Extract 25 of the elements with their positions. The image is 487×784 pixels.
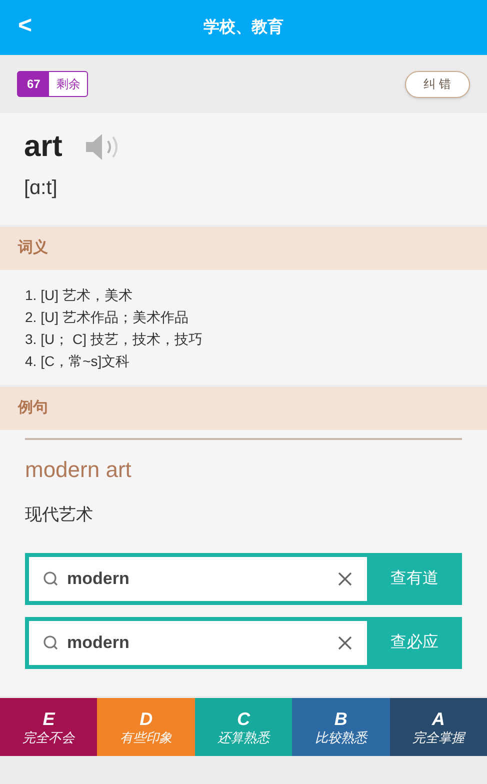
example-translation: 现代艺术 xyxy=(25,504,93,526)
search-icon xyxy=(43,570,59,586)
report-error-button[interactable]: 纠 错 xyxy=(404,70,470,98)
page-title: 学校、教育 xyxy=(204,16,284,38)
grade-button[interactable]: E 完全不会 xyxy=(0,698,98,756)
definition-text: 4. [C，常~s]文科 xyxy=(25,352,131,371)
phonetic-text: [ɑ:t] xyxy=(24,176,58,201)
clear-icon[interactable] xyxy=(337,570,353,586)
search-field[interactable]: modern xyxy=(29,620,367,664)
section-heading: 词义 xyxy=(18,238,48,258)
remaining-label: 剩余 xyxy=(55,76,82,93)
search-icon xyxy=(43,634,59,650)
definition-text: 1. [U] 艺术，美术 xyxy=(25,286,134,305)
grade-button[interactable]: B 比较熟悉 xyxy=(292,698,390,756)
search-input[interactable]: modern xyxy=(67,630,329,656)
grade-button[interactable]: A 完全掌握 xyxy=(390,698,487,756)
count-label: 67 xyxy=(18,72,50,96)
headword: art xyxy=(24,129,62,165)
search-field[interactable]: modern xyxy=(29,556,367,600)
clear-icon[interactable] xyxy=(337,634,353,650)
definition-text: 3. [U； C] 技艺，技术，技巧 xyxy=(25,330,204,349)
section-heading: 例句 xyxy=(18,398,48,418)
example-phrase: modern art xyxy=(25,456,132,484)
definition-text: 2. [U] 艺术作品；美术作品 xyxy=(25,308,190,327)
search-input[interactable]: modern xyxy=(67,566,329,592)
